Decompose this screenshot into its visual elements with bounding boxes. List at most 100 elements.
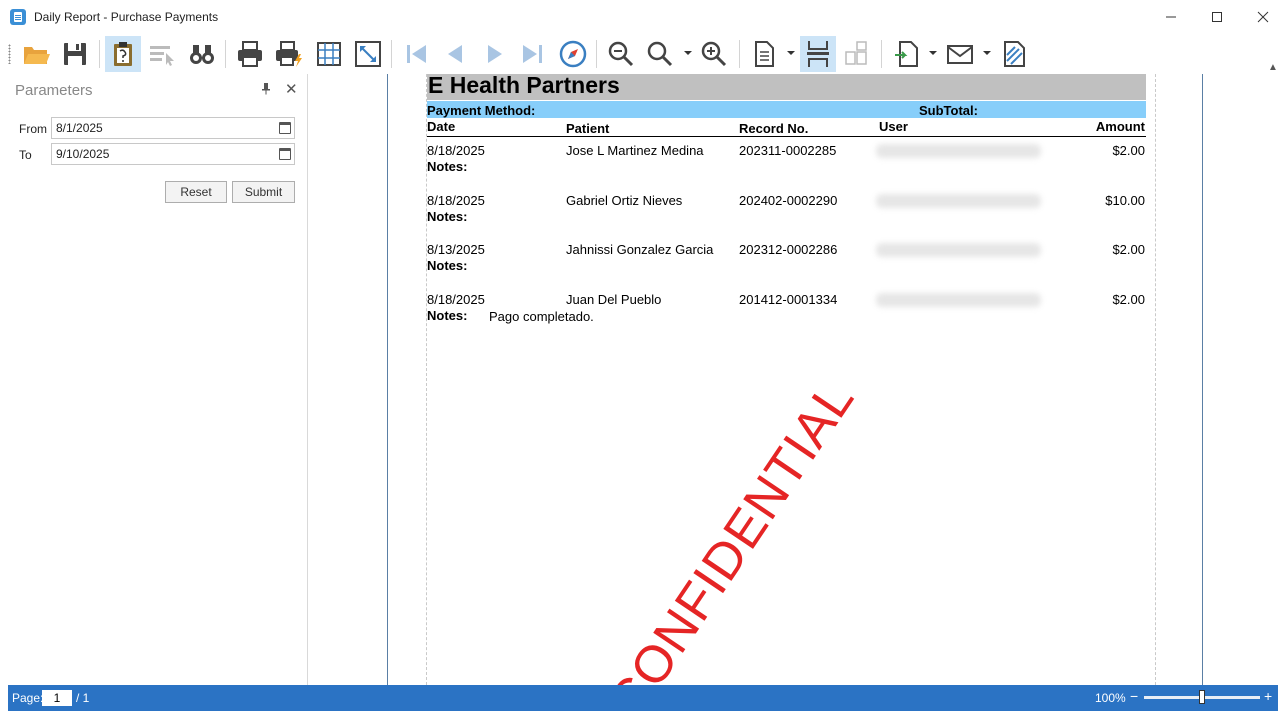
toolbar-grip[interactable] (8, 44, 11, 64)
row-3-date: 8/13/2025 (427, 242, 485, 257)
email-button[interactable] (942, 36, 978, 72)
minimize-icon (1166, 16, 1176, 18)
title-bar: Daily Report - Purchase Payments (0, 0, 1286, 34)
maximize-button[interactable] (1194, 0, 1240, 34)
row-2-amount: $10.00 (1105, 193, 1145, 208)
row-3-user-redacted (876, 243, 1041, 257)
toolbar (0, 34, 1286, 74)
row-4-patient: Juan Del Pueblo (566, 292, 662, 307)
row-4-date: 8/18/2025 (427, 292, 485, 307)
parameters-panel: Parameters ✕ From 8/1/2025 To 9/10/2025 … (0, 74, 308, 685)
reset-button[interactable]: Reset (165, 181, 227, 203)
binoculars-find-icon (190, 45, 214, 64)
print-button[interactable] (232, 36, 268, 72)
header-underline (427, 136, 1146, 137)
from-label: From (19, 122, 47, 136)
column-header-amount: Amount (1095, 119, 1145, 134)
minimize-button[interactable] (1148, 0, 1194, 34)
quick-print-button[interactable] (271, 36, 307, 72)
pin-icon[interactable] (261, 83, 271, 95)
page-setup-button[interactable] (746, 36, 782, 72)
fit-page-button[interactable] (350, 36, 386, 72)
row-3-notes-label: Notes: (427, 258, 468, 273)
row-4-notes-value: Pago completado. (489, 309, 594, 324)
row-1-date: 8/18/2025 (427, 143, 485, 158)
zoom-icon (647, 41, 673, 67)
page-number-input[interactable]: 1 (42, 690, 72, 706)
zoom-slider-thumb[interactable] (1199, 690, 1205, 704)
export-button[interactable] (889, 36, 925, 72)
page-setup-dropdown-arrow-icon[interactable] (787, 51, 795, 55)
from-date-input[interactable]: 8/1/2025 (51, 117, 295, 139)
page-grid-button[interactable] (311, 36, 347, 72)
zoom-in-button[interactable] (696, 36, 732, 72)
to-date-input[interactable]: 9/10/2025 (51, 143, 295, 165)
parameters-clipboard-icon (114, 42, 132, 66)
email-dropdown-arrow-icon[interactable] (983, 51, 991, 55)
page-edge-left (387, 74, 388, 685)
row-1-patient: Jose L Martinez Medina (566, 143, 704, 158)
zoom-in-icon (701, 41, 727, 67)
row-4-user-redacted (876, 293, 1041, 307)
close-panel-icon[interactable]: ✕ (285, 80, 298, 98)
zoom-out-button[interactable] (603, 36, 639, 72)
submit-button[interactable]: Submit (232, 181, 295, 203)
row-2-date: 8/18/2025 (427, 193, 485, 208)
previous-page-button[interactable] (437, 36, 473, 72)
continuous-view-button[interactable] (800, 36, 836, 72)
zoom-button[interactable] (642, 36, 678, 72)
save-button[interactable] (57, 36, 93, 72)
report-title: E Health Partners (428, 72, 620, 98)
page-margin-right (1155, 74, 1156, 685)
column-header-date: Date (427, 119, 456, 134)
window-title: Daily Report - Purchase Payments (34, 10, 219, 24)
close-icon (1257, 11, 1269, 23)
row-2-patient: Gabriel Ortiz Nieves (566, 193, 683, 208)
to-label: To (19, 148, 32, 162)
select-button[interactable] (144, 36, 180, 72)
zoom-minus-icon[interactable]: − (1130, 688, 1138, 704)
multiple-pages-button[interactable] (838, 36, 874, 72)
email-icon (947, 45, 973, 64)
to-calendar-icon[interactable] (279, 148, 291, 160)
page-total: / 1 (76, 691, 90, 705)
row-2-record: 202402-0002290 (739, 193, 838, 208)
page-grid-icon (317, 42, 341, 66)
parameters-title: Parameters (15, 82, 93, 99)
open-button[interactable] (18, 36, 54, 72)
next-page-button[interactable] (477, 36, 513, 72)
first-page-button[interactable] (398, 36, 434, 72)
page-edge-right (1202, 74, 1203, 685)
column-header-user: User (879, 119, 908, 134)
payment-method-label: Payment Method: (427, 103, 536, 118)
last-page-button[interactable] (515, 36, 551, 72)
column-header-patient: Patient (566, 121, 610, 136)
row-4-notes-label: Notes: (427, 308, 468, 323)
open-folder-icon (24, 47, 50, 64)
scroll-up-arrow-icon[interactable]: ▲ (1268, 62, 1278, 73)
row-1-notes-label: Notes: (427, 159, 468, 174)
column-header-record: Record No. (739, 121, 809, 136)
watermark-button[interactable] (996, 36, 1032, 72)
row-4-record: 201412-0001334 (739, 292, 838, 307)
page-setup-icon (755, 41, 774, 67)
zoom-dropdown-arrow-icon[interactable] (684, 51, 692, 55)
previous-page-icon (448, 45, 462, 63)
navigate-compass-icon (559, 40, 587, 68)
from-calendar-icon[interactable] (279, 122, 291, 134)
last-page-icon (523, 45, 542, 63)
export-dropdown-arrow-icon[interactable] (929, 51, 937, 55)
find-button[interactable] (184, 36, 220, 72)
close-button[interactable] (1240, 0, 1286, 34)
zoom-plus-icon[interactable]: + (1264, 688, 1272, 704)
maximize-icon (1212, 12, 1222, 22)
row-1-record: 202311-0002285 (739, 143, 837, 158)
row-3-amount: $2.00 (1112, 242, 1145, 257)
row-3-patient: Jahnissi Gonzalez Garcia (566, 242, 714, 257)
navigate-button[interactable] (555, 36, 591, 72)
print-icon (238, 41, 262, 67)
parameters-button[interactable] (105, 36, 141, 72)
watermark-icon (1004, 41, 1025, 67)
zoom-level: 100% (1095, 691, 1126, 705)
next-page-icon (488, 45, 502, 63)
